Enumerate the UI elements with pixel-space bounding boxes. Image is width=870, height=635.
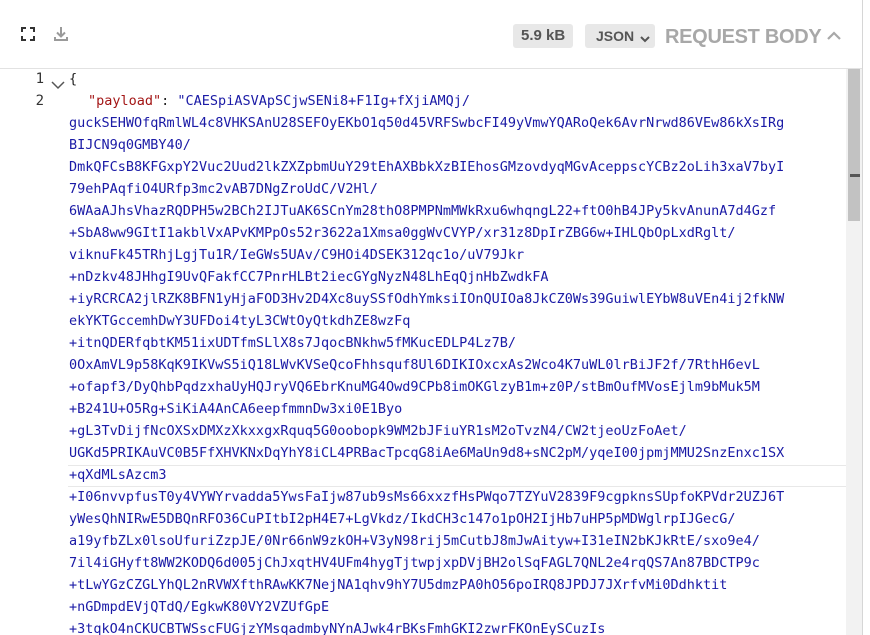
code-editor[interactable]: 1 2 { "payload": "CAESpiASVApSCjwSENi8+F… bbox=[0, 69, 846, 635]
line-number: 2 bbox=[35, 93, 44, 109]
format-select-label: JSON bbox=[596, 28, 635, 44]
scrollbar-thumb[interactable] bbox=[848, 69, 860, 221]
code-line: +nDzkv48JHhgI9UvQFakfCC7PnrHLBt2iecGYgNy… bbox=[69, 269, 549, 285]
code-line: guckSEHWOfqRmlWL4c8VHKSAnU28SEFOyEKbO1q5… bbox=[69, 115, 785, 131]
size-badge: 5.9 kB bbox=[513, 24, 574, 48]
code-line: +B241U+O5Rg+SiKiA4AnCA6eepfmmnDw3xi0E1By… bbox=[69, 401, 403, 417]
code-line: +3tqkO4nCKUCBTWSscFUGjzYMsqadmbyNYnAJwk4… bbox=[69, 621, 606, 635]
code-line: "payload": "CAESpiASVApSCjwSENi8+F1Ig+fX… bbox=[88, 93, 470, 109]
expand-icon[interactable] bbox=[18, 24, 38, 44]
code-line: +gL3TvDijfNcOXSxDMXzXkxxgxRquq5G0oobopk9… bbox=[69, 423, 687, 439]
json-colon: : bbox=[161, 93, 178, 109]
code-line: +SbA8ww9GItI1akblVxAPvKMPpOs52r3622a1Xms… bbox=[69, 225, 736, 241]
code-line: +I06nvvpfusT0y4VYWYrvadda5YwsFaIjw87ub9s… bbox=[69, 489, 785, 505]
code-line: yWesQhNIRwE5DBQnRFO36CuPItbI2pH4E7+LgVkd… bbox=[69, 511, 736, 527]
code-line: +nGDmpdEVjQTdQ/EgkwK80VY2VZUfGpE bbox=[69, 599, 330, 615]
code-line: BIJCN9q0GMBY40/ bbox=[69, 137, 191, 153]
chevron-down-icon bbox=[640, 29, 650, 53]
json-key: "payload" bbox=[88, 93, 162, 109]
json-string: "CAESpiASVApSCjwSENi8+F1Ig+fXjiAMQj/ bbox=[177, 93, 471, 109]
open-brace: { bbox=[69, 71, 78, 87]
code-line: UGKd5PRIKAuVC0B5FfXHVKNxDqYhY8iCL4PRBacT… bbox=[69, 445, 785, 461]
code-line: 7il4iGHyft8WW2KODQ6d005jChJxqtHV4UFm4hyg… bbox=[69, 555, 760, 571]
code-line: 6WAaAJhsVhazRQDPH5w2BCh2IJTuAK6SCnYm28th… bbox=[69, 203, 777, 219]
format-select[interactable]: JSON bbox=[585, 24, 655, 48]
code-line: viknuFk45TRhjLgjTu1R/IeGWs5UAv/C9HOi4DSE… bbox=[69, 247, 525, 263]
toolbar: 5.9 kB JSON REQUEST BODY bbox=[0, 0, 862, 69]
code-line: DmkQFCsB8KFGxpY2Vuc2Uud2lkZXZpbmUuY29tEh… bbox=[69, 159, 785, 175]
code-line: a19yfbZLx0lsoUfuriZzpJE/0Nr66nW9zkOH+V3y… bbox=[69, 533, 760, 549]
scroll-marker bbox=[850, 174, 860, 177]
code-line: +tLwYGzCZGLYhQL2nRVWXfthRAwKK7NejNA1qhv9… bbox=[69, 577, 728, 593]
section-title: REQUEST BODY bbox=[665, 26, 822, 48]
code-line: +iyRCRCA2jlRZK8BFN1yHjaFOD3Hv2D4Xc8uySSf… bbox=[69, 291, 785, 307]
code-line: +qXdMLsAzcm3 bbox=[69, 467, 167, 483]
active-line-highlight bbox=[68, 465, 846, 487]
code-line: +itnQDERfqbtKM51ixUDTfmSLlX8s7JqocBNkhw5… bbox=[69, 335, 517, 351]
code-line: ekYKTGccemhDwY3UFDoi4tyL3CWtOyQtkdhZE8wz… bbox=[69, 313, 411, 329]
download-icon[interactable] bbox=[51, 24, 71, 44]
fold-chevron-icon[interactable] bbox=[51, 78, 65, 94]
code-line: 0OxAmVL9p58KqK9IKVwS5iQ18LWvKVSeQcoFhhsq… bbox=[69, 357, 760, 373]
code-line: +ofapf3/DyQhbPqdzxhaUyHQJryVQ6EbrKnuMG4O… bbox=[69, 379, 760, 395]
code-line: 79ehPAqfiO4URfp3mc2vAB7DNgZroUdC/V2Hl/ bbox=[69, 181, 378, 197]
line-number: 1 bbox=[35, 71, 44, 87]
chevron-up-icon[interactable] bbox=[826, 28, 842, 47]
request-body-panel: 5.9 kB JSON REQUEST BODY 1 2 { "payload"… bbox=[0, 0, 863, 635]
